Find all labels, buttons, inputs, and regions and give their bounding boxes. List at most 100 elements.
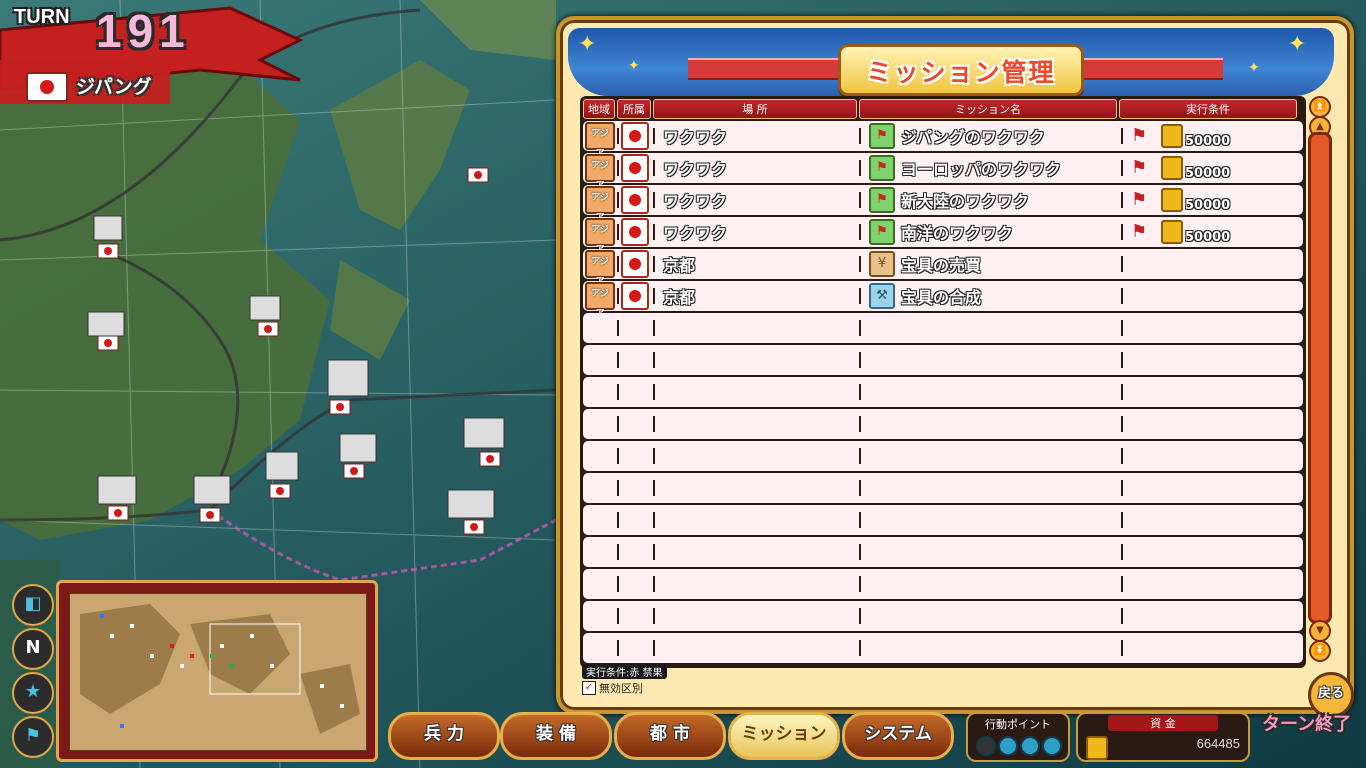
- region-icon: アジア: [585, 250, 615, 287]
- scroll-bottom-button[interactable]: ⏬: [1309, 640, 1331, 662]
- mission-cell: [859, 601, 1121, 631]
- coin-icon: [1161, 188, 1183, 212]
- empty-row: [583, 377, 1303, 407]
- nation-flag-icon: [26, 72, 68, 102]
- place-cell: [653, 633, 859, 663]
- mission-cell: [859, 313, 1121, 343]
- place-name: ワクワク: [663, 160, 728, 179]
- place-cell: [653, 409, 859, 439]
- owner-cell: [617, 313, 653, 343]
- place-cell: [653, 313, 859, 343]
- place-cell: ワクワク: [653, 217, 859, 247]
- mission-name: 宝具の売買: [901, 256, 982, 275]
- owner-cell: [617, 601, 653, 631]
- condition-cell: [1121, 249, 1299, 279]
- menu-city-button[interactable]: 都 市: [614, 712, 726, 760]
- region-cell: アジア: [583, 249, 617, 287]
- invalid-toggle[interactable]: ✓ 無効区別: [582, 680, 643, 696]
- owner-flag-icon: [621, 282, 649, 310]
- region-cell: アジア: [583, 121, 617, 159]
- condition-cell: [1121, 313, 1299, 343]
- owner-cell: [617, 505, 653, 535]
- owner-cell: [617, 345, 653, 375]
- place-cell: [653, 345, 859, 375]
- place-cell: [653, 601, 859, 631]
- scroll-top-button[interactable]: ⏫: [1309, 96, 1331, 118]
- condition-cell: ⚑ 50000: [1121, 217, 1299, 247]
- map-layer-icon[interactable]: ◧: [12, 584, 54, 626]
- region-cell: [583, 473, 617, 503]
- menu-mission-button[interactable]: ミッション: [728, 712, 840, 760]
- compass-north-icon[interactable]: N: [12, 628, 54, 670]
- condition-cell: ⚑ 50000: [1121, 121, 1299, 151]
- turn-number: 191: [96, 5, 191, 57]
- mission-cell: [859, 505, 1121, 535]
- region-cell: [583, 569, 617, 599]
- action-points-label: 行動ポイント: [985, 718, 1051, 731]
- owner-cell: [617, 473, 653, 503]
- table-row[interactable]: アジア ワクワク ⚑ ヨーロッパのワクワク ⚑ 50000: [583, 153, 1303, 191]
- mission-flag-icon: ⚑: [869, 123, 895, 149]
- table-row[interactable]: アジア 京都 ⚒ 宝具の合成: [583, 281, 1303, 319]
- mission-merge-icon: ⚒: [869, 283, 895, 309]
- mission-flag-icon: ⚑: [869, 219, 895, 245]
- place-cell: 京都: [653, 249, 859, 279]
- scrollbar[interactable]: [1308, 132, 1332, 624]
- checkbox-icon[interactable]: ✓: [582, 681, 596, 695]
- place-name: ワクワク: [663, 192, 728, 211]
- condition-flag-icon: ⚑: [1131, 125, 1148, 146]
- star-icon: ✦: [1288, 32, 1307, 57]
- mission-sell-icon: ¥: [869, 251, 895, 277]
- header-owner[interactable]: 所属: [617, 99, 651, 119]
- table-body: アジアワクワク⚑ジパングのワクワク⚑50000アジアワクワク⚑ヨーロッパのワクワ…: [582, 121, 1304, 663]
- nation-name: ジパング: [76, 76, 152, 98]
- owner-cell: [617, 281, 653, 311]
- empty-row: [583, 537, 1303, 567]
- header-mission-name[interactable]: ミッション名: [859, 99, 1117, 119]
- condition-flag-icon: ⚑: [1131, 157, 1148, 178]
- action-points: 行動ポイント: [966, 712, 1070, 762]
- condition-money: 50000: [1185, 229, 1231, 245]
- condition-cell: [1121, 377, 1299, 407]
- empty-row: [583, 569, 1303, 599]
- end-turn-button[interactable]: ターン終了: [1262, 710, 1354, 750]
- menu-equipment-button[interactable]: 装 備: [500, 712, 612, 760]
- action-point-icon: [976, 736, 996, 756]
- table-row[interactable]: アジア ワクワク ⚑ 新大陸のワクワク ⚑ 50000: [583, 185, 1303, 223]
- table-row[interactable]: アジア ワクワク ⚑ ジパングのワクワク ⚑ 50000: [583, 121, 1303, 159]
- mission-cell: [859, 473, 1121, 503]
- mission-cell: ⚒ 宝具の合成: [859, 281, 1121, 311]
- condition-cell: [1121, 505, 1299, 535]
- empty-row: [583, 633, 1303, 663]
- header-condition[interactable]: 実行条件: [1119, 99, 1297, 119]
- star-button-icon[interactable]: ★: [12, 672, 54, 714]
- panel-title: ミッション管理: [866, 58, 1056, 87]
- coin-icon: [1086, 736, 1108, 760]
- flag-button-icon[interactable]: ⚑: [12, 716, 54, 758]
- coin-icon: [1161, 124, 1183, 148]
- star-icon: ✦: [628, 58, 640, 74]
- condition-cell: ⚑ 50000: [1121, 185, 1299, 215]
- mission-cell: [859, 633, 1121, 663]
- region-cell: [583, 505, 617, 535]
- condition-money: 50000: [1185, 197, 1231, 213]
- minimap[interactable]: [69, 593, 367, 751]
- table-row[interactable]: アジア 京都 ¥ 宝具の売買: [583, 249, 1303, 287]
- condition-cell: [1121, 537, 1299, 567]
- region-cell: アジア: [583, 217, 617, 255]
- table-row[interactable]: アジア ワクワク ⚑ 南洋のワクワク ⚑ 50000: [583, 217, 1303, 255]
- region-icon: アジア: [585, 282, 615, 319]
- coin-icon: [1161, 156, 1183, 180]
- header-region[interactable]: 地域: [583, 99, 615, 119]
- owner-flag-icon: [621, 154, 649, 182]
- mission-flag-icon: ⚑: [869, 155, 895, 181]
- owner-cell: [617, 633, 653, 663]
- owner-flag-icon: [621, 122, 649, 150]
- header-place[interactable]: 場 所: [653, 99, 857, 119]
- invalid-toggle-label: 無効区別: [599, 682, 643, 695]
- menu-system-button[interactable]: システム: [842, 712, 954, 760]
- place-cell: 京都: [653, 281, 859, 311]
- scroll-down-button[interactable]: ▼: [1309, 620, 1331, 642]
- menu-troops-button[interactable]: 兵 力: [388, 712, 500, 760]
- mission-cell: [859, 409, 1121, 439]
